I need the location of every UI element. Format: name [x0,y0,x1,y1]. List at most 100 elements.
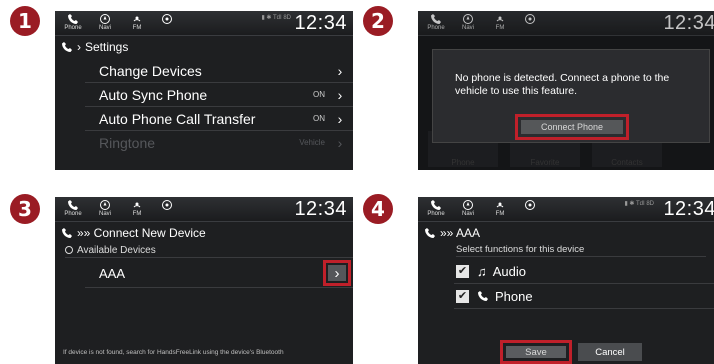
breadcrumb[interactable]: › Settings [55,37,353,57]
help-footer: If device is not found, search for Hands… [63,349,284,356]
antenna-icon [162,200,172,210]
step-3-badge: 3 [10,194,40,224]
clock: 12:34 [294,12,347,34]
spinner-icon [65,246,73,254]
nav-fm-label: FM [132,211,142,217]
compass-icon [100,14,110,24]
menu-item-label: Ringtone [99,134,156,151]
save-highlight: Save [500,340,572,364]
connect-phone-highlight: Connect Phone [515,114,629,140]
radio-icon [133,16,141,22]
antenna-icon [525,14,535,24]
menu-item-change-devices[interactable]: Change Devices › [85,59,353,83]
nav-fm-label: FM [495,211,505,217]
nav-fm-button[interactable]: FM [125,13,149,33]
chevron-right-icon: › [337,110,343,127]
menu-item-value: Vehicle [299,138,325,147]
menu-item-label: Auto Phone Call Transfer [99,110,256,127]
nav-navi-label: Navi [461,211,474,217]
phone-icon [425,228,435,238]
compass-icon [463,14,473,24]
phone-icon [62,228,72,238]
device-item-aaa[interactable]: AAA › [85,259,353,288]
phone-icon [478,291,488,301]
device-name: AAA [99,265,126,281]
menu-item-value: ON [313,114,325,123]
option-label: Phone [495,288,533,304]
radio-icon [496,202,504,208]
nav-phone-button[interactable]: Phone [61,199,85,219]
cancel-button[interactable]: Cancel [578,343,642,361]
breadcrumb-label: »» AAA [440,226,481,240]
screen-settings: Phone Navi FM ▮ ✱ TdI 8D 12:34 › Setting… [55,11,353,170]
radio-icon [133,202,141,208]
menu-item-auto-sync-phone[interactable]: Auto Sync Phone ON › [85,83,353,107]
compass-icon [100,200,110,210]
chevron-right-icon: › [337,134,343,151]
menu-item-ringtone[interactable]: Ringtone Vehicle › [85,131,353,154]
radio-icon [496,16,504,22]
nav-phone-button[interactable]: Phone [61,13,85,33]
nav-navi-button[interactable]: Navi [456,199,480,219]
checkbox-checked-icon[interactable]: ✔ [456,289,469,303]
status-bar: Phone Navi FM ▮ ✱ TdI 8D 12:34 [418,197,714,222]
menu-item-label: Auto Sync Phone [99,86,208,103]
function-option-phone[interactable]: ✔ Phone [454,284,714,309]
function-option-audio[interactable]: ✔ ♫ Audio [454,259,714,284]
phone-icon [431,14,441,24]
breadcrumb-label: Settings [85,40,129,54]
signal-status: ▮ ✱ TdI 8D [624,201,654,207]
menu-item-auto-phone-call-transfer[interactable]: Auto Phone Call Transfer ON › [85,107,353,131]
status-bar: Phone Navi FM ▮ ✱ TdI 8D 12:34 [55,11,353,36]
subtitle: Select functions for this device [456,244,706,257]
nav-phone-button[interactable]: Phone [424,13,448,33]
nav-navi-button[interactable]: Navi [456,13,480,33]
save-button[interactable]: Save [506,346,566,358]
breadcrumb-label: »» Connect New Device [77,226,206,240]
phone-icon [62,42,72,52]
status-bar: Phone Navi FM 12:34 [55,197,353,222]
phone-icon [68,200,78,210]
nav-navi-button[interactable]: Navi [93,13,117,33]
option-label: Audio [492,263,526,279]
nav-connect-button[interactable] [518,13,542,33]
phone-icon [68,14,78,24]
nav-fm-button[interactable]: FM [488,13,512,33]
device-select-highlight: › [323,260,351,286]
clock: 12:34 [294,198,347,220]
nav-fm-button[interactable]: FM [488,199,512,219]
nav-phone-label: Phone [64,211,82,217]
section-label: Available Devices [77,244,156,256]
breadcrumb[interactable]: »» AAA [418,223,714,243]
connect-phone-button[interactable]: Connect Phone [521,120,623,134]
nav-fm-label: FM [132,25,142,31]
nav-phone-button[interactable]: Phone [424,199,448,219]
nav-navi-button[interactable]: Navi [93,199,117,219]
no-phone-dialog: No phone is detected. Connect a phone to… [432,49,710,143]
chevron-right-icon: › [337,62,343,79]
menu-item-label: Change Devices [99,62,202,79]
screen-device-functions: Phone Navi FM ▮ ✱ TdI 8D 12:34 »» AAA Se… [418,197,714,364]
phone-icon [431,200,441,210]
checkbox-checked-icon[interactable]: ✔ [456,264,469,278]
nav-phone-label: Phone [427,25,445,31]
nav-connect-button[interactable] [155,13,179,33]
chevron-right-icon[interactable]: › [328,265,346,282]
antenna-icon [162,14,172,24]
breadcrumb[interactable]: »» Connect New Device [55,223,353,243]
nav-navi-label: Navi [98,25,111,31]
nav-fm-label: FM [495,25,505,31]
step-4-badge: 4 [363,194,393,224]
nav-navi-label: Navi [98,211,111,217]
menu-item-value: ON [313,90,325,99]
clock: 12:34 [663,12,714,34]
available-devices-header: Available Devices [65,243,353,258]
antenna-icon [525,200,535,210]
nav-phone-label: Phone [427,211,445,217]
nav-connect-button[interactable] [155,199,179,219]
nav-connect-button[interactable] [518,199,542,219]
nav-fm-button[interactable]: FM [125,199,149,219]
step-1-badge: 1 [10,6,40,36]
status-bar: Phone Navi FM 12:34 [418,11,714,36]
chevron-right-icon: › [77,40,81,54]
